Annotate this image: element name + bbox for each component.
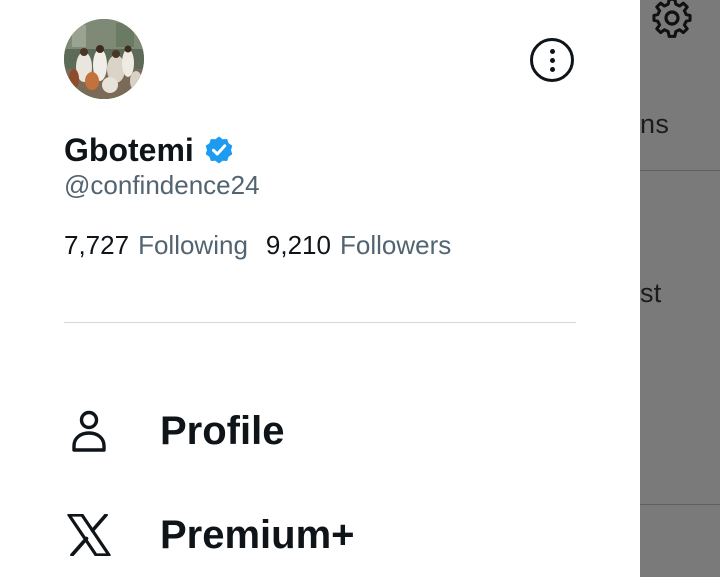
followers-count: 9,210 xyxy=(265,230,331,260)
followers-label: Followers xyxy=(339,230,452,260)
gear-icon xyxy=(652,0,692,38)
background-divider xyxy=(640,170,720,171)
drawer-divider xyxy=(64,322,576,323)
menu-item-premium-plus[interactable]: Premium+ xyxy=(64,500,624,570)
more-options-button[interactable] xyxy=(530,38,574,82)
navigation-drawer: Gbotemi @confindence24 7,727 Following 9… xyxy=(0,0,640,577)
username-handle: @confindence24 xyxy=(64,170,260,200)
avatar[interactable] xyxy=(64,19,144,99)
menu-item-label: Profile xyxy=(160,408,285,453)
followers-link[interactable]: 9,210 Followers xyxy=(266,230,451,261)
following-label: Following xyxy=(138,230,248,260)
x-logo-icon xyxy=(64,510,114,560)
background-divider xyxy=(640,504,720,505)
following-count: 7,727 xyxy=(64,230,130,260)
follow-stats: 7,727 Following 9,210 Followers xyxy=(64,230,451,261)
person-icon xyxy=(64,406,114,456)
display-name: Gbotemi xyxy=(64,131,194,168)
background-text-fragment: ns xyxy=(640,109,670,139)
more-vertical-icon xyxy=(549,48,555,72)
profile-name-row[interactable]: Gbotemi xyxy=(64,128,234,172)
menu-item-profile[interactable]: Profile xyxy=(64,396,624,466)
menu-item-label: Premium+ xyxy=(160,512,355,557)
background-text-fragment: st xyxy=(640,278,662,308)
verified-badge-icon xyxy=(205,136,233,164)
avatar-photo xyxy=(64,19,144,99)
following-link[interactable]: 7,727 Following xyxy=(64,230,248,261)
